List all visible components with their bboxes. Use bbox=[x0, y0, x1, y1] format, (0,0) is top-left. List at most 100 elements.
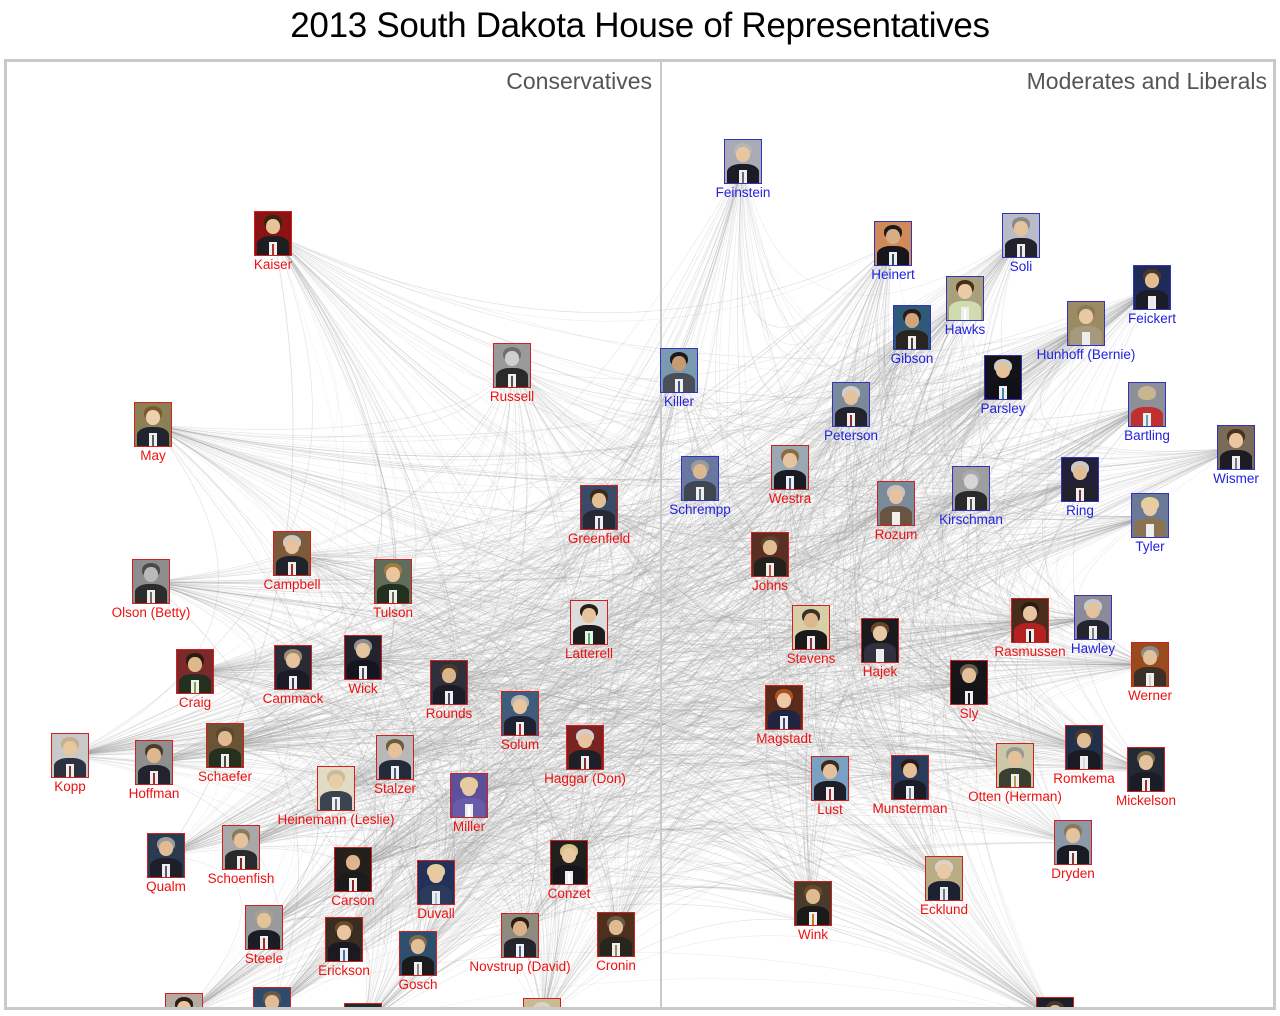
group-label-conservatives: Conservatives bbox=[506, 68, 652, 94]
legislator-name-label: Gibson bbox=[890, 351, 934, 366]
legislator-portrait bbox=[724, 139, 762, 184]
legislator-name-label: Hajek bbox=[862, 664, 898, 679]
legislator-portrait bbox=[253, 987, 291, 1007]
legislator-name-label: Otten (Herman) bbox=[968, 789, 1062, 804]
legislator-name-label: Latterell bbox=[564, 646, 614, 661]
legislator-name-label: Munsterman bbox=[872, 801, 948, 816]
legislator-portrait bbox=[344, 635, 382, 680]
legislator-name-label: Lust bbox=[817, 802, 843, 817]
legislator-name-label: Qualm bbox=[146, 879, 186, 894]
legislator-portrait bbox=[861, 618, 899, 663]
legislator-name-label: Haggar (Don) bbox=[544, 771, 626, 786]
legislator-name-label: Conzet bbox=[547, 886, 591, 901]
legislator-portrait bbox=[1061, 457, 1099, 502]
group-divider bbox=[660, 62, 662, 1007]
legislator-portrait bbox=[597, 912, 635, 957]
legislator-portrait bbox=[134, 402, 172, 447]
legislator-name-label: Tulson bbox=[372, 605, 414, 620]
legislator-portrait bbox=[399, 931, 437, 976]
legislator-portrait bbox=[832, 382, 870, 427]
legislator-name-label: Ecklund bbox=[919, 902, 969, 917]
legislator-portrait bbox=[1217, 425, 1255, 470]
legislator-name-label: May bbox=[140, 448, 166, 463]
group-label-moderates: Moderates and Liberals bbox=[1026, 68, 1267, 94]
legislator-name-label: Parsley bbox=[980, 401, 1026, 416]
legislator-name-label: Sly bbox=[959, 706, 979, 721]
legislator-portrait bbox=[132, 559, 170, 604]
legislator-name-label: Bartling bbox=[1124, 428, 1170, 443]
legislator-name-label: Olson (Betty) bbox=[111, 605, 191, 620]
legislator-portrait bbox=[566, 725, 604, 770]
legislator-name-label: Steele bbox=[244, 951, 284, 966]
legislator-portrait bbox=[374, 559, 412, 604]
legislator-name-label: Hoffman bbox=[128, 786, 180, 801]
legislator-portrait bbox=[222, 825, 260, 870]
legislator-name-label: Carson bbox=[331, 893, 375, 908]
legislator-name-label: Erickson bbox=[318, 963, 370, 978]
legislator-portrait bbox=[1054, 820, 1092, 865]
legislator-portrait bbox=[950, 660, 988, 705]
legislator-portrait bbox=[794, 881, 832, 926]
legislator-name-label: Duvall bbox=[417, 906, 455, 921]
legislator-name-label: Novstrup (David) bbox=[469, 959, 571, 974]
legislator-name-label: Heinemann (Leslie) bbox=[277, 812, 395, 827]
legislator-name-label: Romkema bbox=[1053, 771, 1115, 786]
legislator-name-label: Ring bbox=[1066, 503, 1094, 518]
legislator-portrait bbox=[1065, 725, 1103, 770]
legislator-portrait bbox=[501, 691, 539, 736]
legislator-portrait bbox=[765, 685, 803, 730]
legislator-portrait bbox=[147, 833, 185, 878]
legislator-portrait bbox=[1128, 382, 1166, 427]
legislator-portrait bbox=[1011, 598, 1049, 643]
legislator-name-label: Schrempp bbox=[669, 502, 731, 517]
legislator-portrait bbox=[1074, 595, 1112, 640]
legislator-portrait bbox=[176, 649, 214, 694]
legislator-name-label: Russell bbox=[489, 389, 535, 404]
legislator-name-label: Killer bbox=[663, 394, 695, 409]
legislator-portrait bbox=[681, 456, 719, 501]
legislator-portrait bbox=[771, 445, 809, 490]
legislator-portrait bbox=[417, 860, 455, 905]
legislator-portrait bbox=[570, 600, 608, 645]
legislator-portrait bbox=[1133, 265, 1171, 310]
legislator-portrait bbox=[925, 856, 963, 901]
legislator-name-label: Wick bbox=[348, 681, 378, 696]
legislator-portrait bbox=[274, 645, 312, 690]
legislator-name-label: Gosch bbox=[398, 977, 438, 992]
legislator-portrait bbox=[254, 211, 292, 256]
legislator-name-label: Greenfield bbox=[567, 531, 631, 546]
legislator-portrait bbox=[1131, 493, 1169, 538]
legislator-name-label: Heinert bbox=[871, 267, 915, 282]
legislator-portrait bbox=[811, 756, 849, 801]
legislator-portrait bbox=[984, 355, 1022, 400]
legislator-portrait bbox=[51, 733, 89, 778]
legislator-portrait bbox=[334, 847, 372, 892]
legislator-name-label: Rounds bbox=[425, 706, 473, 721]
legislator-portrait bbox=[952, 466, 990, 511]
legislator-portrait bbox=[580, 485, 618, 530]
legislator-name-label: Rozum bbox=[874, 527, 918, 542]
legislator-portrait bbox=[493, 343, 531, 388]
legislator-name-label: Hunhoff (Bernie) bbox=[1036, 347, 1136, 362]
legislator-portrait bbox=[877, 481, 915, 526]
legislator-portrait bbox=[1127, 747, 1165, 792]
legislator-portrait bbox=[1002, 213, 1040, 258]
legislator-name-label: Miller bbox=[452, 819, 486, 834]
legislator-portrait bbox=[206, 723, 244, 768]
legislator-name-label: Peterson bbox=[823, 428, 879, 443]
legislator-name-label: Wink bbox=[798, 927, 828, 942]
legislator-name-label: Stalzer bbox=[373, 781, 417, 796]
page-title: 2013 South Dakota House of Representativ… bbox=[290, 6, 990, 45]
legislator-portrait bbox=[273, 531, 311, 576]
legislator-name-label: Schaefer bbox=[197, 769, 253, 784]
legislator-name-label: Cammack bbox=[262, 691, 324, 706]
legislator-portrait bbox=[1067, 301, 1105, 346]
legislator-name-label: Johns bbox=[751, 578, 789, 593]
legislator-portrait bbox=[1131, 642, 1169, 687]
legislator-name-label: Werner bbox=[1127, 688, 1173, 703]
legislator-name-label: Feickert bbox=[1127, 311, 1177, 326]
legislator-portrait bbox=[450, 773, 488, 818]
legislator-portrait bbox=[893, 305, 931, 350]
legislator-name-label: Soli bbox=[1009, 259, 1033, 274]
legislator-name-label: Craig bbox=[178, 695, 212, 710]
